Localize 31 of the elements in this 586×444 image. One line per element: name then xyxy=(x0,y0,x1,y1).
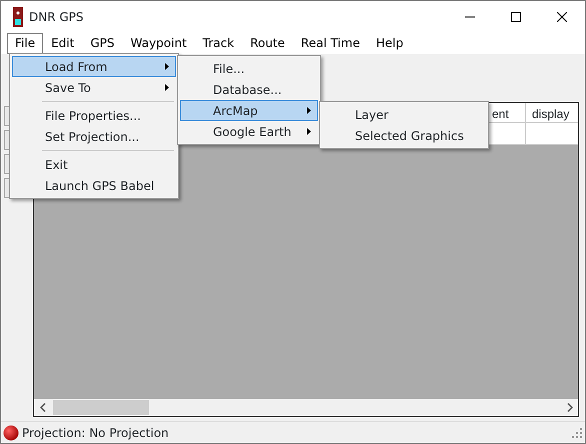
window-title: DNR GPS xyxy=(29,8,84,26)
menu-item[interactable]: Waypoint xyxy=(122,32,195,54)
menu-item[interactable]: Help xyxy=(368,32,412,54)
menu-entry[interactable]: Google Earth xyxy=(180,121,318,142)
menu-item[interactable]: File xyxy=(7,32,44,54)
resize-grip-icon xyxy=(571,427,582,438)
menu-entry[interactable]: Load From xyxy=(12,56,176,77)
column-header[interactable]: display xyxy=(525,103,578,122)
close-icon xyxy=(557,12,567,22)
menu-entry[interactable]: Database... xyxy=(180,79,318,100)
maximize-icon xyxy=(511,12,521,22)
menu-item[interactable]: Real Time xyxy=(292,32,368,54)
menu-item[interactable]: Edit xyxy=(43,32,82,54)
menu-item[interactable]: Route xyxy=(242,32,293,54)
menu-item[interactable]: GPS xyxy=(82,32,122,54)
menu-entry[interactable]: Exit xyxy=(12,154,176,175)
menu-entry[interactable]: Launch GPS Babel xyxy=(12,175,176,196)
chevron-left-icon xyxy=(40,403,46,412)
menu-item[interactable]: Track xyxy=(194,32,242,54)
horizontal-scrollbar[interactable] xyxy=(34,399,578,416)
menu-entry[interactable]: File Properties... xyxy=(12,105,176,126)
app-icon xyxy=(13,6,23,26)
menu-entry[interactable]: File... xyxy=(180,58,318,79)
menu-entry[interactable]: Layer xyxy=(322,104,486,125)
menu-entry[interactable]: ArcMap xyxy=(180,100,318,121)
projection-status: Projection: No Projection xyxy=(22,424,169,442)
chevron-right-icon xyxy=(566,403,572,412)
menu-entry[interactable]: Set Projection... xyxy=(12,126,176,147)
menu-entry[interactable]: Selected Graphics xyxy=(322,125,486,146)
status-light-icon xyxy=(3,424,19,440)
menu-entry[interactable]: Save To xyxy=(12,77,176,98)
